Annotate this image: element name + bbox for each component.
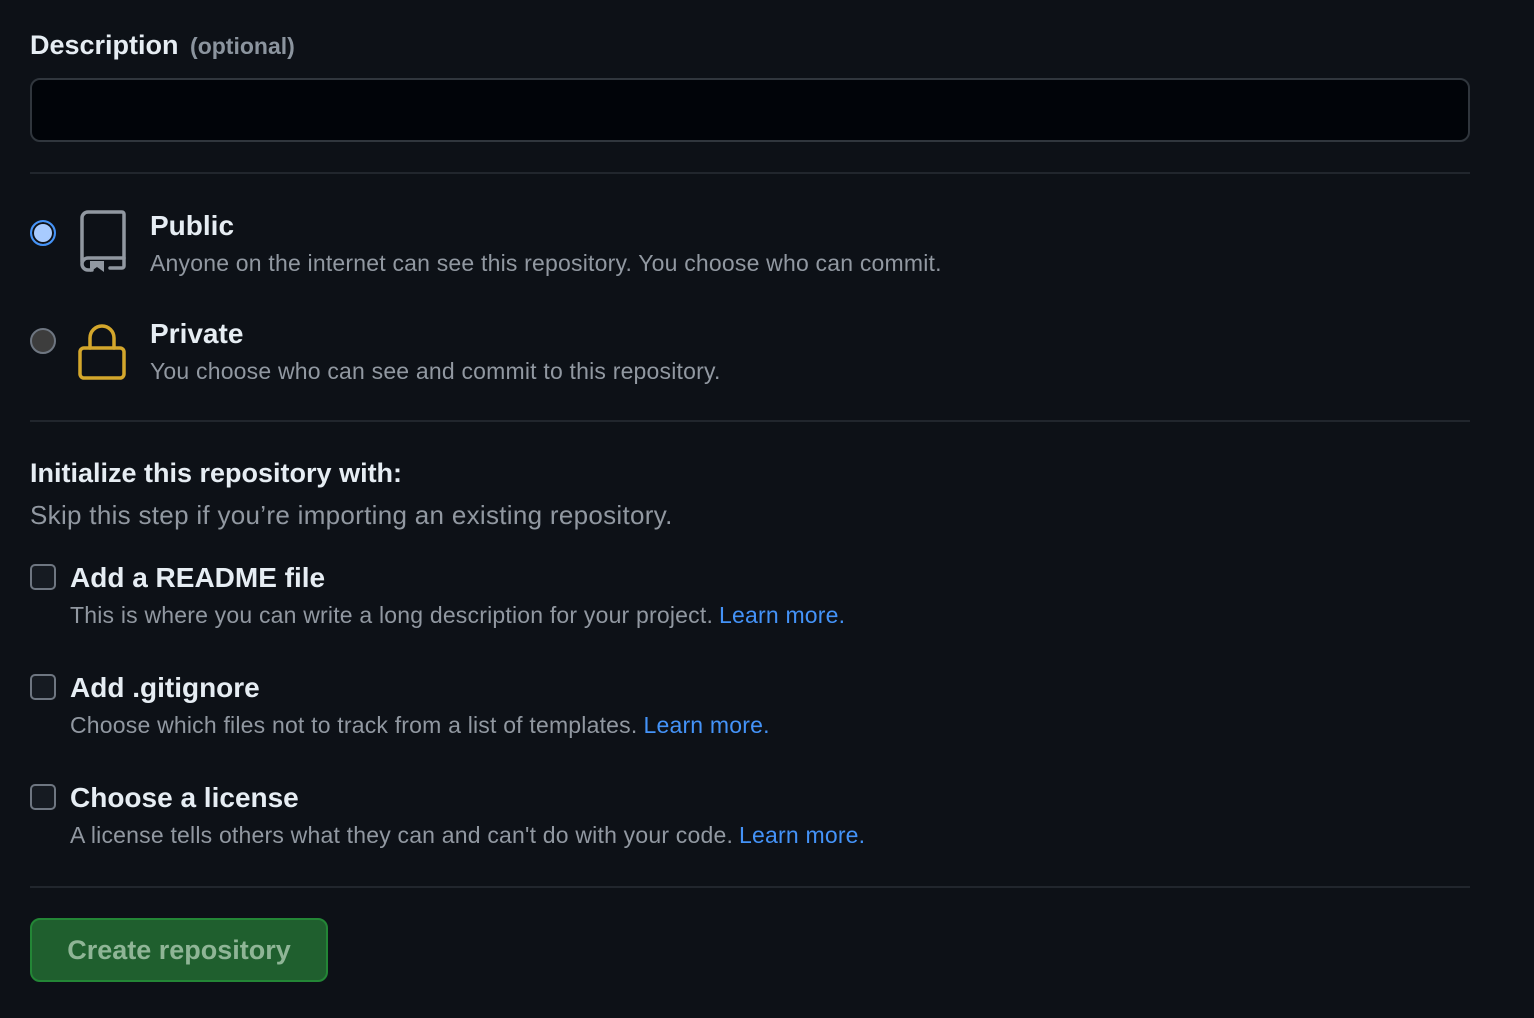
- gitignore-learn-more-link[interactable]: Learn more.: [643, 712, 769, 738]
- readme-learn-more-link[interactable]: Learn more.: [719, 602, 845, 628]
- description-optional-label: (optional): [190, 33, 295, 59]
- license-description-text: A license tells others what they can and…: [70, 822, 734, 848]
- readme-title[interactable]: Add a README file: [70, 562, 325, 594]
- gitignore-description-text: Choose which files not to track from a l…: [70, 712, 638, 738]
- public-description: Anyone on the internet can see this repo…: [150, 250, 942, 276]
- gitignore-checkbox[interactable]: [30, 674, 56, 700]
- divider: [30, 172, 1470, 174]
- initialize-title: Initialize this repository with:: [30, 458, 403, 488]
- readme-checkbox[interactable]: [30, 564, 56, 590]
- readme-description-text: This is where you can write a long descr…: [70, 602, 714, 628]
- license-description: A license tells others what they can and…: [70, 822, 865, 849]
- gitignore-description: Choose which files not to track from a l…: [70, 712, 770, 739]
- private-title: Private: [150, 318, 244, 349]
- repo-icon: [80, 210, 126, 272]
- license-learn-more-link[interactable]: Learn more.: [739, 822, 865, 848]
- description-label-text: Description: [30, 30, 179, 60]
- divider: [30, 886, 1470, 888]
- private-radio[interactable]: [30, 328, 56, 354]
- description-label: Description (optional): [30, 30, 295, 61]
- public-radio[interactable]: [30, 220, 56, 246]
- private-description: You choose who can see and commit to thi…: [150, 358, 721, 384]
- description-input[interactable]: [30, 78, 1470, 142]
- gitignore-title[interactable]: Add .gitignore: [70, 672, 260, 704]
- readme-description: This is where you can write a long descr…: [70, 602, 845, 629]
- license-checkbox[interactable]: [30, 784, 56, 810]
- license-title[interactable]: Choose a license: [70, 782, 299, 814]
- initialize-subtitle: Skip this step if you’re importing an ex…: [30, 500, 673, 530]
- create-repository-button[interactable]: Create repository: [30, 918, 328, 982]
- public-title: Public: [150, 210, 235, 241]
- lock-icon: [78, 324, 126, 380]
- divider: [30, 420, 1470, 422]
